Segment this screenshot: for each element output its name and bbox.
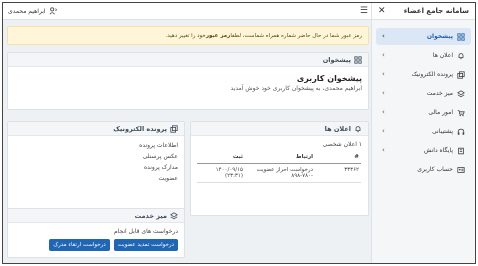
sidebar-item-label: امور مالی bbox=[428, 109, 453, 116]
user-switch-icon bbox=[49, 7, 57, 15]
app-window: ابراهیم محمدی ☰ رمز عبور شما در حال حاضر… bbox=[2, 2, 476, 264]
documents-card: پرونده الکترونیک اطلاعات پرونده عکس پرسن… bbox=[7, 121, 185, 213]
column-header: # bbox=[315, 151, 361, 164]
documents-link-photo[interactable]: عکس پرسنلی bbox=[14, 151, 178, 162]
announcements-subtitle: ۱ اعلان شخصی bbox=[322, 141, 362, 148]
password-alert: رمز عبور شما در حال حاضر شماره همراه شما… bbox=[7, 26, 369, 45]
close-icon[interactable]: ✕ bbox=[378, 6, 386, 16]
table-row[interactable]: ۳۳۳۶۲ درخواست احراز عضویت -۷۸۰-۸۹۸ ۱۴۰۰/… bbox=[197, 163, 361, 183]
folders-icon bbox=[170, 124, 178, 133]
announcements-card-title: اعلان ها bbox=[324, 124, 351, 133]
announcements-card-header: اعلان ها bbox=[191, 122, 368, 136]
alert-text-after: خود را تغییر دهید. bbox=[165, 32, 206, 39]
chevron-left-icon: ‹ bbox=[382, 108, 385, 116]
menu-toggle-icon[interactable]: ☰ bbox=[360, 6, 368, 16]
bell-icon bbox=[355, 125, 361, 132]
row-id: ۳۳۳۶۲ bbox=[315, 163, 361, 183]
dashboard-welcome: ابراهیم محمدی، به پیشخوان کاربری خود خوش… bbox=[230, 85, 362, 92]
sidebar-item-label: میز خدمت bbox=[426, 90, 453, 97]
alert-text-before: رمز عبور شما در حال حاضر شماره همراه شما… bbox=[230, 32, 362, 39]
headset-icon bbox=[457, 128, 465, 135]
dashboard-card: پیشخوان پیشخوان کاربری ابراهیم محمدی، به… bbox=[7, 52, 369, 110]
sidebar-item-label: حساب کاربری bbox=[417, 166, 453, 173]
dashboard-card-header: پیشخوان bbox=[8, 53, 368, 67]
folders-icon bbox=[457, 70, 465, 79]
top-bar: ابراهیم محمدی ☰ bbox=[3, 3, 373, 20]
sidebar-item-support[interactable]: پشتیبانی ‹ bbox=[376, 123, 471, 140]
cart-icon bbox=[457, 109, 465, 116]
announcements-card: اعلان ها ۱ اعلان شخصی # ارتباط ثبت ۳۳۳۶۲… bbox=[190, 121, 369, 216]
row-date: ۱۴۰۰/۰۹/۱۵ (۲۳:۳۱) bbox=[197, 163, 245, 183]
sidebar-item-announcements[interactable]: اعلان ها ‹ bbox=[376, 47, 471, 64]
sidebar-item-documents[interactable]: پرونده الکترونیک ‹ bbox=[376, 66, 471, 83]
sidebar-item-finance[interactable]: امور مالی ‹ bbox=[376, 104, 471, 121]
chevron-left-icon: ‹ bbox=[382, 127, 385, 135]
sidebar-item-label: پرونده الکترونیک bbox=[411, 71, 453, 78]
column-header: ثبت bbox=[197, 151, 245, 164]
documents-card-header: پرونده الکترونیک bbox=[8, 122, 184, 136]
sidebar-item-account[interactable]: حساب کاربری bbox=[376, 161, 471, 178]
sidebar-item-label: پیشخوان bbox=[426, 33, 453, 40]
sidebar: ✕ سامانه جامع اعضاء پیشخوان ‹ اعلان ها ‹… bbox=[371, 3, 475, 263]
documents-link-info[interactable]: اطلاعات پرونده bbox=[14, 140, 178, 151]
service-card-header: میز خدمت bbox=[8, 209, 184, 223]
chevron-left-icon: ‹ bbox=[382, 32, 385, 40]
documents-link-files[interactable]: مدارک پرونده bbox=[14, 162, 178, 173]
documents-card-title: پرونده الکترونیک bbox=[113, 124, 167, 133]
sidebar-header: ✕ سامانه جامع اعضاء bbox=[372, 3, 475, 20]
service-subtitle: درخواست های قابل انجام bbox=[113, 228, 178, 235]
documents-link-membership[interactable]: عضویت bbox=[14, 173, 178, 184]
grid-icon bbox=[457, 32, 465, 41]
layers-icon bbox=[170, 211, 178, 219]
service-buttons: درخواست تمدید عضویت درخواست ارتقاء مدرک bbox=[8, 239, 184, 251]
app-title: سامانه جامع اعضاء bbox=[403, 7, 469, 15]
chevron-left-icon: ‹ bbox=[382, 70, 385, 78]
column-header: ارتباط bbox=[245, 151, 315, 164]
documents-list: اطلاعات پرونده عکس پرسنلی مدارک پرونده ع… bbox=[8, 136, 184, 188]
alert-text-bold: رمز عبور bbox=[205, 32, 231, 39]
row-relation[interactable]: درخواست احراز عضویت -۷۸۰-۸۹۸ bbox=[245, 163, 315, 183]
main-content: رمز عبور شما در حال حاضر شماره همراه شما… bbox=[3, 20, 373, 263]
chevron-left-icon: ‹ bbox=[382, 51, 385, 59]
bell-icon bbox=[458, 52, 464, 59]
id-card-icon bbox=[457, 166, 465, 173]
chevron-left-icon: ‹ bbox=[382, 89, 385, 97]
sidebar-menu: پیشخوان ‹ اعلان ها ‹ پرونده الکترونیک ‹ … bbox=[372, 20, 475, 178]
sidebar-item-dashboard[interactable]: پیشخوان ‹ bbox=[376, 28, 471, 45]
sidebar-item-label: اعلان ها bbox=[432, 52, 453, 59]
upgrade-degree-button[interactable]: درخواست ارتقاء مدرک bbox=[49, 239, 110, 251]
grid-icon bbox=[354, 55, 362, 64]
sidebar-item-knowledge[interactable]: پایگاه دانش ‹ bbox=[376, 142, 471, 159]
user-name: ابراهیم محمدی bbox=[8, 7, 46, 15]
dashboard-card-title: پیشخوان bbox=[322, 55, 351, 64]
sidebar-item-service[interactable]: میز خدمت ‹ bbox=[376, 85, 471, 102]
service-card: میز خدمت درخواست های قابل انجام درخواست … bbox=[7, 208, 185, 258]
knowledge-icon bbox=[458, 147, 464, 154]
sidebar-item-label: پایگاه دانش bbox=[423, 147, 453, 154]
layers-icon bbox=[457, 89, 465, 97]
announcements-table: # ارتباط ثبت ۳۳۳۶۲ درخواست احراز عضویت -… bbox=[197, 151, 361, 183]
table-header-row: # ارتباط ثبت bbox=[197, 151, 361, 164]
chevron-left-icon: ‹ bbox=[382, 146, 385, 154]
service-card-title: میز خدمت bbox=[134, 211, 167, 220]
user-menu[interactable]: ابراهیم محمدی bbox=[8, 7, 57, 15]
renew-membership-button[interactable]: درخواست تمدید عضویت bbox=[113, 239, 178, 251]
sidebar-item-label: پشتیبانی bbox=[432, 128, 453, 135]
dashboard-title: پیشخوان کاربری bbox=[296, 74, 362, 83]
